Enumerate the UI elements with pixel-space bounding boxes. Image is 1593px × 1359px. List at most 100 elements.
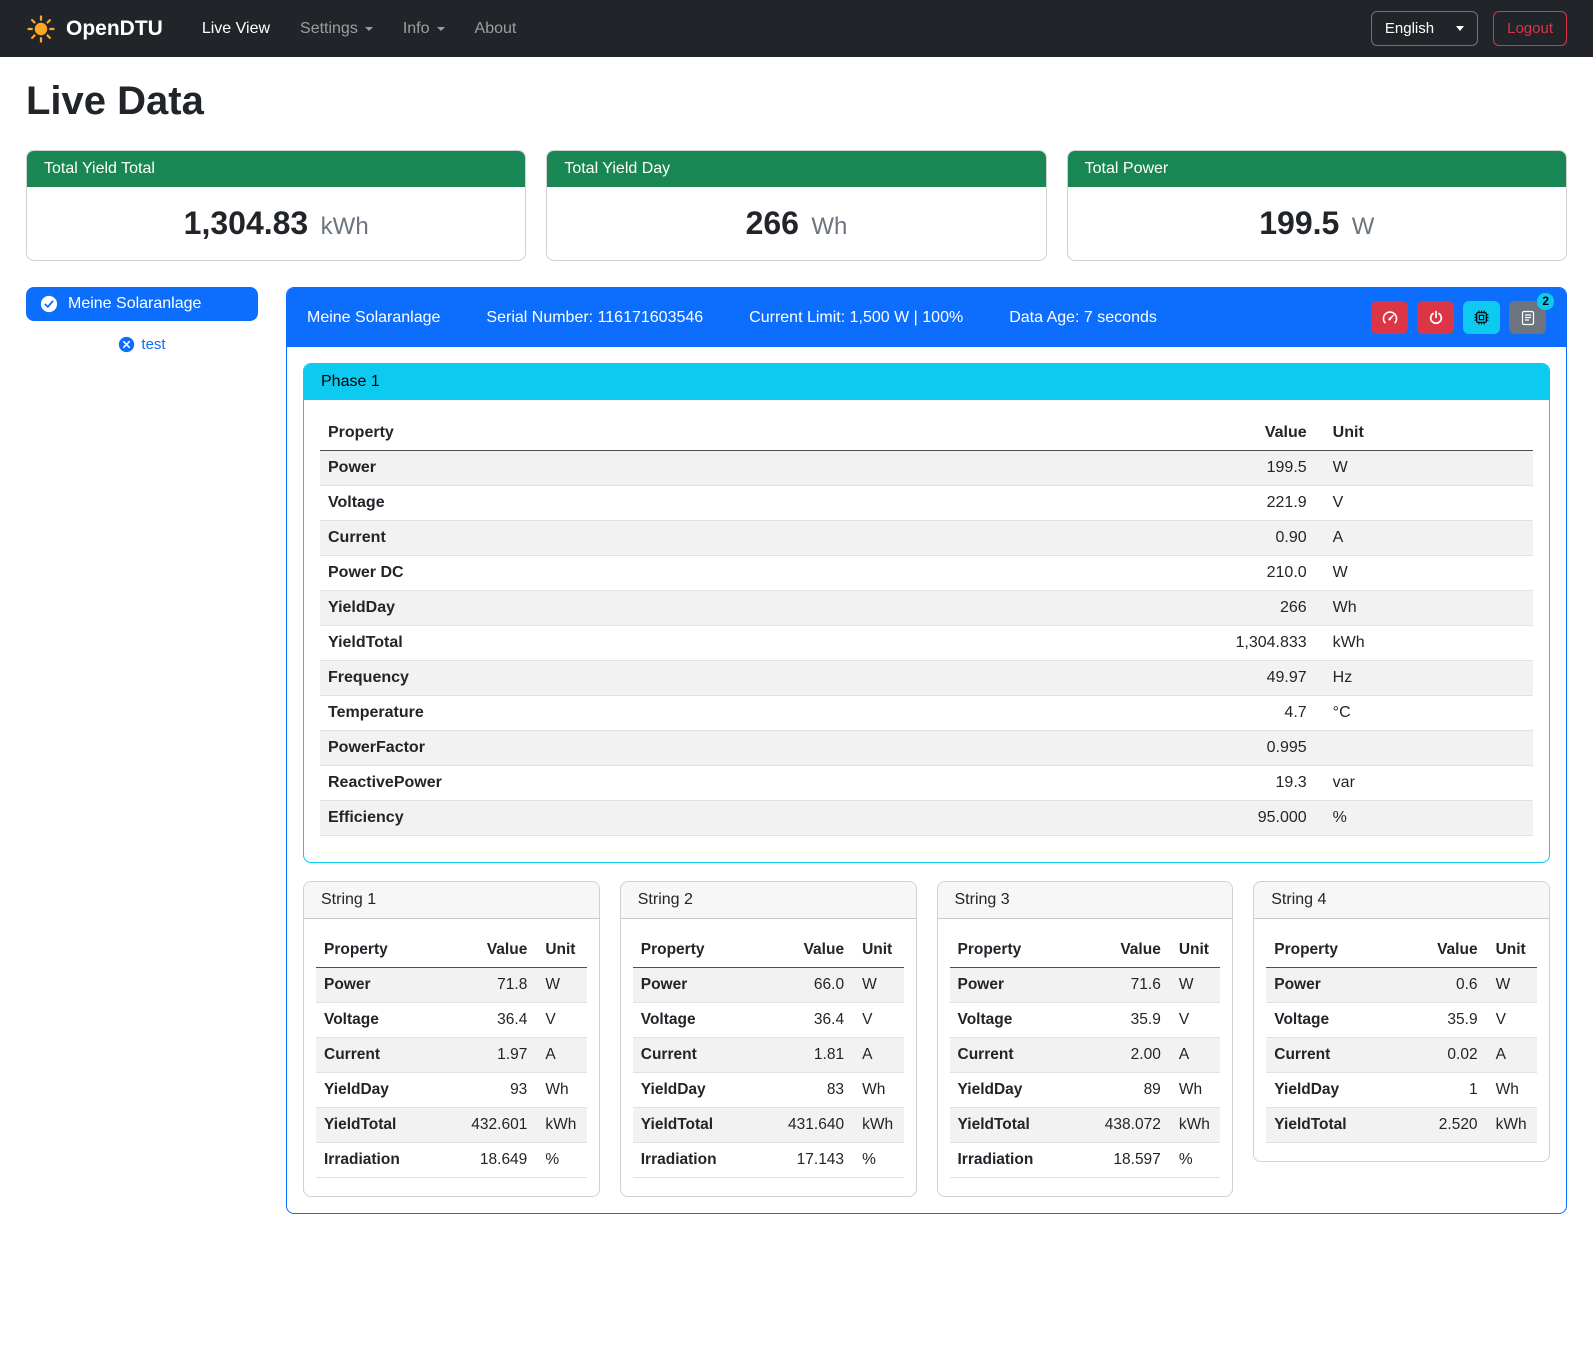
navbar: OpenDTU Live View Settings Info About En…: [0, 0, 1593, 57]
table-row: Current1.81A: [633, 1038, 904, 1073]
value-cell: 1,304.833: [1193, 626, 1314, 661]
value-cell: 0.02: [1404, 1038, 1485, 1073]
value-cell: 93: [454, 1073, 535, 1108]
event-count-badge: 2: [1537, 293, 1554, 310]
value-cell: 432.601: [454, 1108, 535, 1143]
value-cell: 266: [1193, 591, 1314, 626]
test-link[interactable]: test: [141, 336, 165, 353]
property-cell: PowerFactor: [320, 731, 1193, 766]
logout-button[interactable]: Logout: [1493, 11, 1567, 46]
value-cell: 83: [771, 1073, 852, 1108]
summary-card-title: Total Yield Total: [27, 151, 525, 187]
table-header-row: Property Value Unit: [950, 933, 1221, 968]
nav-info-dropdown[interactable]: Info: [390, 12, 458, 46]
unit-cell: Wh: [535, 1073, 586, 1108]
nav-settings-label: Settings: [300, 20, 358, 38]
unit-cell: Wh: [1486, 1073, 1537, 1108]
phase-card-body: Property Value Unit Power199.5WVoltage22…: [304, 400, 1549, 862]
cpu-chip-icon: [1473, 309, 1490, 326]
phase-table-head: Property Value Unit: [320, 416, 1533, 451]
x-circle-icon[interactable]: [118, 336, 135, 353]
nav-settings-dropdown[interactable]: Settings: [287, 12, 386, 46]
value-cell: 71.8: [454, 968, 535, 1003]
property-cell: Power: [320, 451, 1193, 486]
property-cell: YieldDay: [633, 1073, 771, 1108]
nav-links: Live View Settings Info About: [189, 12, 530, 46]
table-row: YieldTotal1,304.833kWh: [320, 626, 1533, 661]
table-row: Power0.6W: [1266, 968, 1537, 1003]
value-cell: 2.520: [1404, 1108, 1485, 1143]
column-header-property: Property: [633, 933, 771, 968]
limit-settings-button[interactable]: [1371, 301, 1408, 334]
phase-table-body: Power199.5WVoltage221.9VCurrent0.90APowe…: [320, 451, 1533, 836]
column-header-property: Property: [950, 933, 1088, 968]
string-card-body: Property Value Unit Power71.6WVoltage35.…: [938, 919, 1233, 1196]
event-log-button[interactable]: 2: [1509, 301, 1546, 334]
property-cell: Temperature: [320, 696, 1193, 731]
value-cell: 4.7: [1193, 696, 1314, 731]
value-cell: 1: [1404, 1073, 1485, 1108]
column-header-unit: Unit: [1315, 416, 1533, 451]
value-cell: 49.97: [1193, 661, 1314, 696]
summary-card: Total Yield Day 266 Wh: [546, 150, 1046, 261]
device-info-button[interactable]: [1463, 301, 1500, 334]
property-cell: Irradiation: [316, 1143, 454, 1178]
property-cell: Voltage: [320, 486, 1193, 521]
table-row: Power71.8W: [316, 968, 587, 1003]
unit-cell: W: [1315, 556, 1533, 591]
value-cell: 221.9: [1193, 486, 1314, 521]
inverter-card-body: Phase 1 Property Value Unit Power199.5WV…: [287, 347, 1566, 1213]
string-table: Property Value Unit Power0.6WVoltage35.9…: [1266, 933, 1537, 1143]
phase-card-title: Phase 1: [304, 364, 1549, 400]
property-cell: Current: [633, 1038, 771, 1073]
navbar-right: English Logout: [1371, 11, 1567, 46]
unit-cell: kWh: [535, 1108, 586, 1143]
column-header-value: Value: [1404, 933, 1485, 968]
string-card-title: String 2: [621, 882, 916, 919]
inverter-select-label: Meine Solaranlage: [68, 295, 201, 313]
test-row: test: [26, 336, 258, 353]
table-row: Frequency49.97Hz: [320, 661, 1533, 696]
summary-unit: W: [1352, 213, 1375, 240]
nav-about-label: About: [475, 20, 517, 38]
string-table-head: Property Value Unit: [633, 933, 904, 968]
table-row: Voltage35.9V: [950, 1003, 1221, 1038]
string-table-body: Power71.8WVoltage36.4VCurrent1.97AYieldD…: [316, 968, 587, 1178]
table-row: YieldTotal431.640kWh: [633, 1108, 904, 1143]
value-cell: 89: [1088, 1073, 1169, 1108]
nav-about[interactable]: About: [462, 12, 530, 46]
nav-live-view-label: Live View: [202, 20, 270, 38]
check-circle-icon: [40, 295, 58, 313]
unit-cell: W: [535, 968, 586, 1003]
table-row: Power199.5W: [320, 451, 1533, 486]
nav-live-view[interactable]: Live View: [189, 12, 283, 46]
summary-card-title: Total Yield Day: [547, 151, 1045, 187]
unit-cell: V: [1486, 1003, 1537, 1038]
power-icon: [1428, 310, 1444, 326]
value-cell: 199.5: [1193, 451, 1314, 486]
data-age: Data Age: 7 seconds: [1009, 309, 1157, 327]
unit-cell: %: [535, 1143, 586, 1178]
table-header-row: Property Value Unit: [633, 933, 904, 968]
language-select[interactable]: English: [1371, 11, 1478, 46]
gauge-icon: [1381, 309, 1399, 327]
value-cell: 95.000: [1193, 801, 1314, 836]
table-row: YieldDay89Wh: [950, 1073, 1221, 1108]
column-header-unit: Unit: [535, 933, 586, 968]
unit-cell: A: [535, 1038, 586, 1073]
inverter-select-button[interactable]: Meine Solaranlage: [26, 287, 258, 321]
brand-link[interactable]: OpenDTU: [26, 14, 163, 44]
summary-card-title: Total Power: [1068, 151, 1566, 187]
property-cell: Power: [316, 968, 454, 1003]
string-card: String 3 Property Value Unit Power71.6WV…: [937, 881, 1234, 1197]
table-row: Irradiation18.649%: [316, 1143, 587, 1178]
chevron-down-icon: [437, 27, 445, 31]
table-row: Current0.02A: [1266, 1038, 1537, 1073]
power-button[interactable]: [1417, 301, 1454, 334]
sidebar: Meine Solaranlage test: [26, 287, 258, 353]
inverter-card: Meine Solaranlage Serial Number: 1161716…: [286, 287, 1567, 1214]
unit-cell: kWh: [852, 1108, 903, 1143]
summary-card-body: 1,304.83 kWh: [27, 187, 525, 260]
property-cell: Power: [950, 968, 1088, 1003]
column-header-value: Value: [1193, 416, 1314, 451]
